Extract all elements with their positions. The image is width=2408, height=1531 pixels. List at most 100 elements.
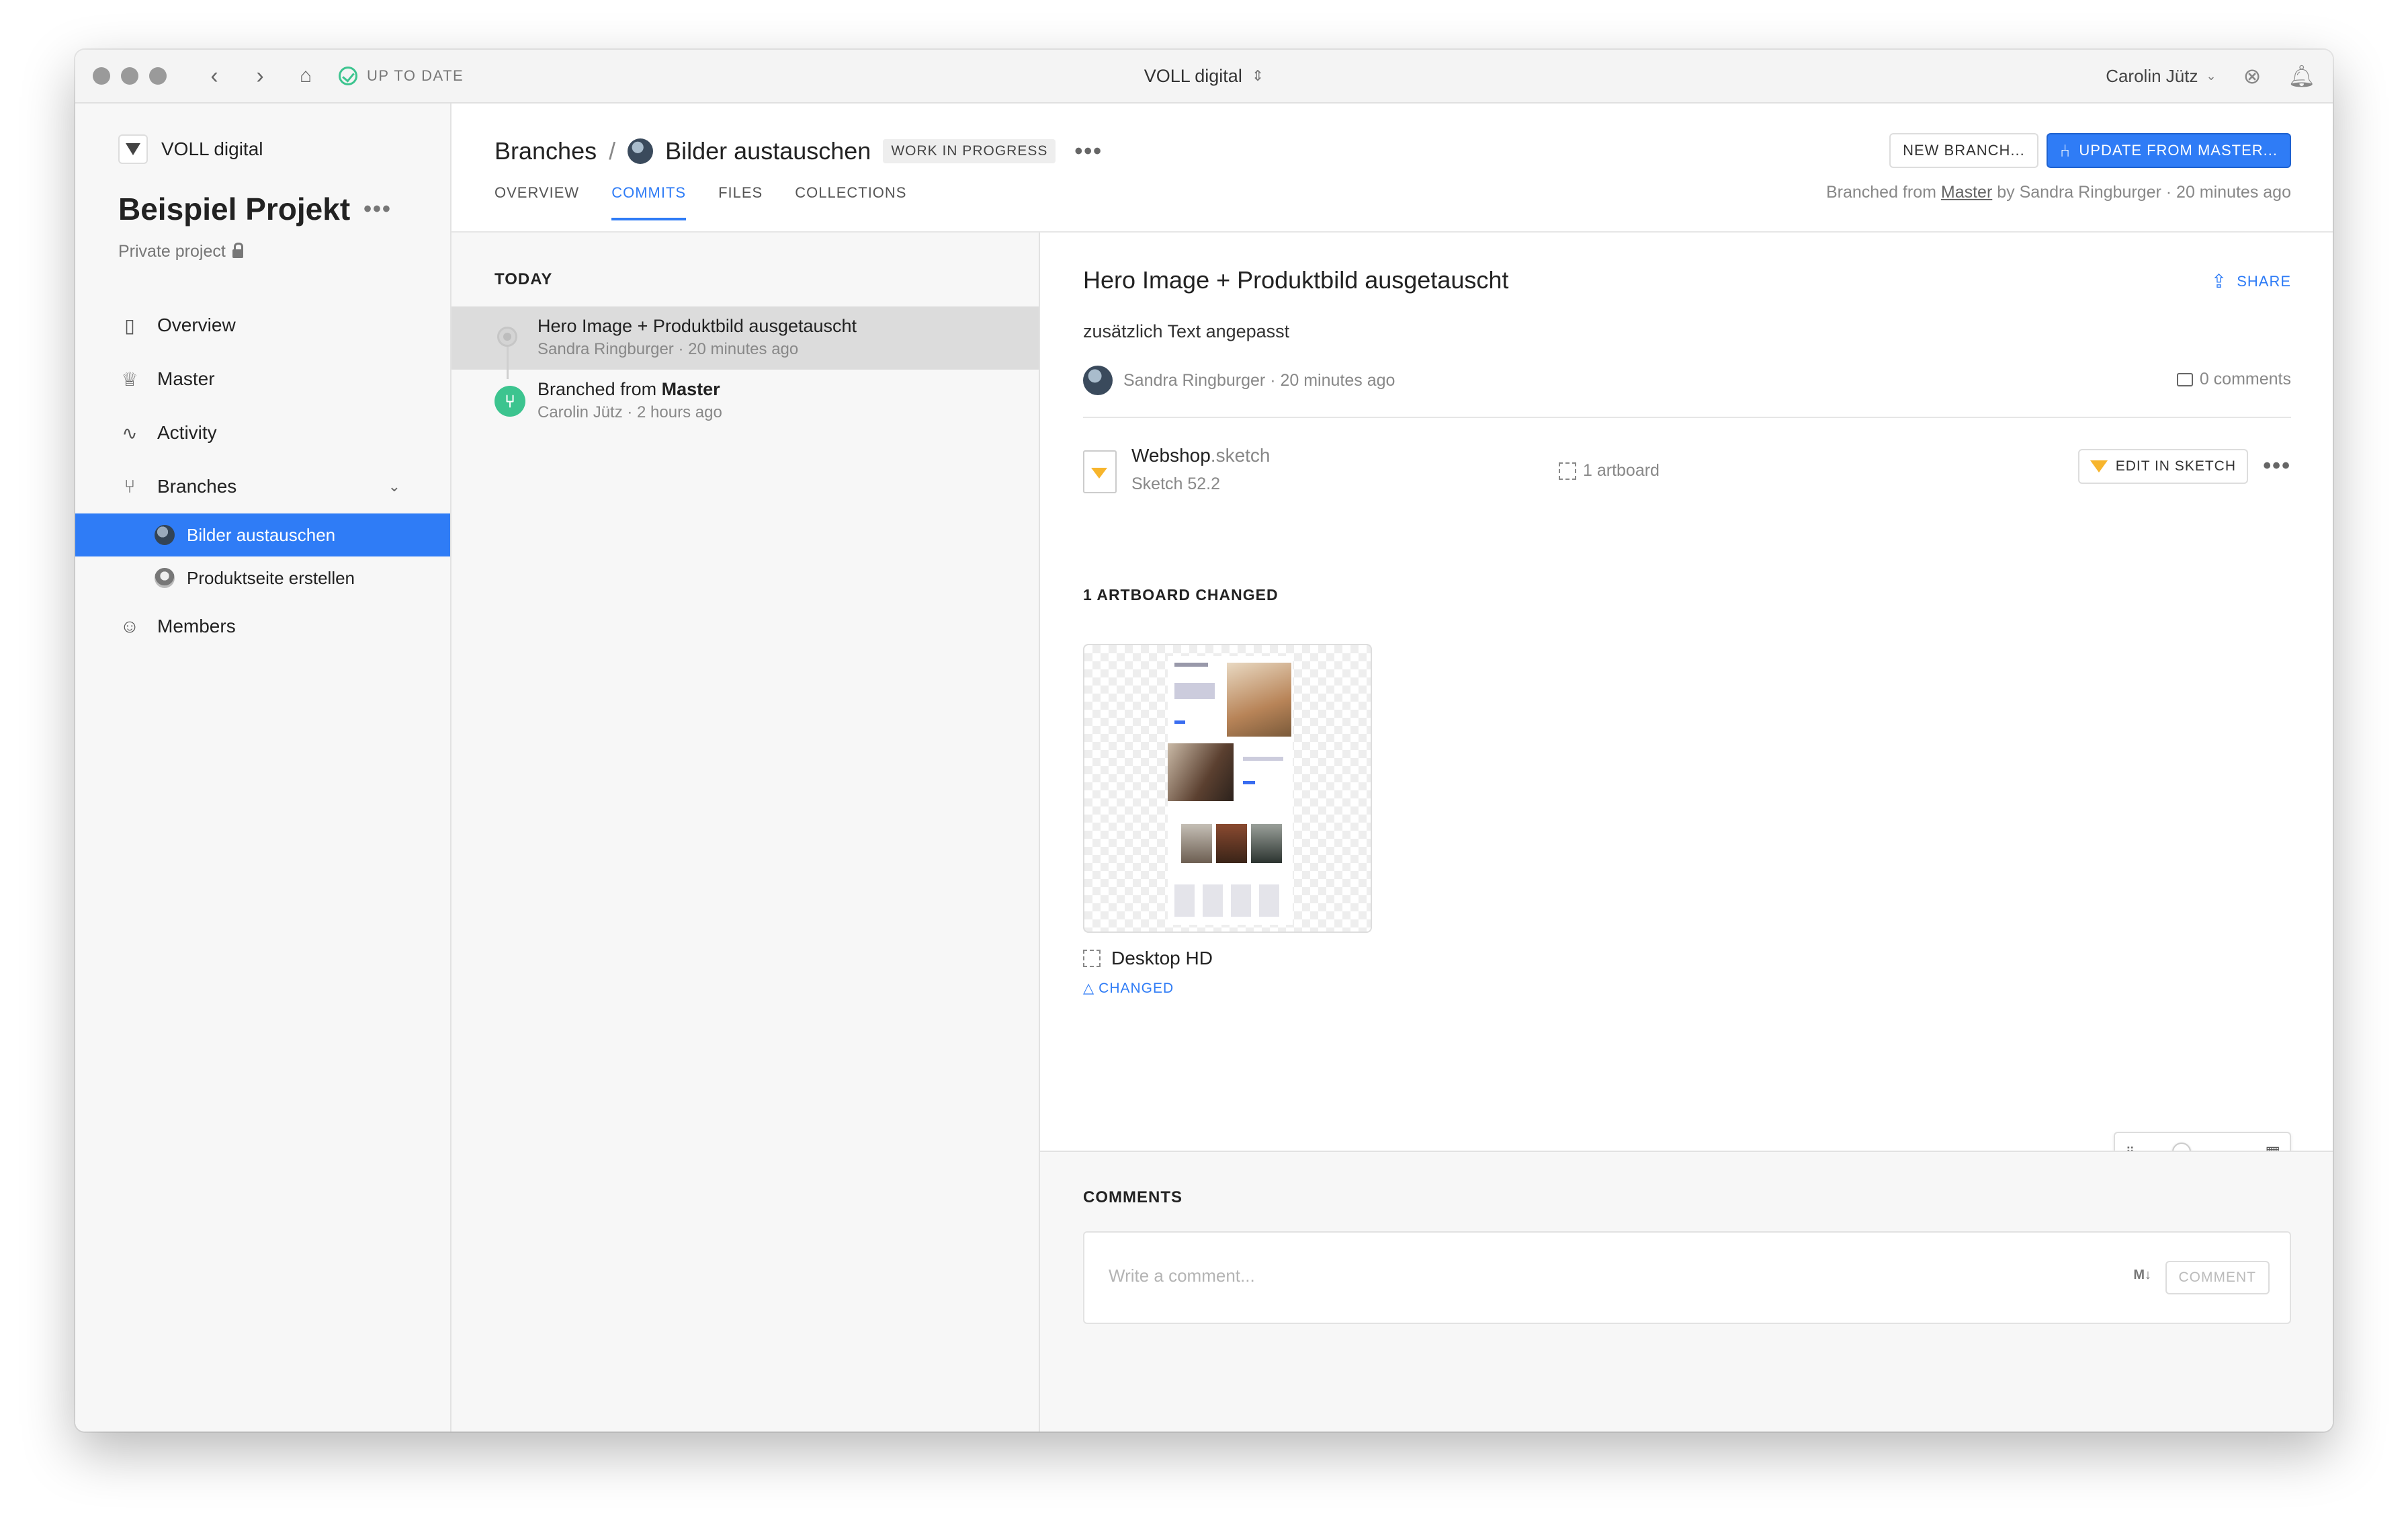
master-link[interactable]: Master xyxy=(1941,183,1992,202)
artboard-name-label: Desktop HD xyxy=(1111,948,1213,968)
commit-detail-title: Hero Image + Produktbild ausgetauscht xyxy=(1083,266,1509,294)
commit-description: zusätzlich Text angepasst xyxy=(1083,321,1290,341)
person-icon: ☺ xyxy=(120,616,140,636)
file-extension: .sketch xyxy=(1210,445,1271,466)
commit-dot-icon xyxy=(497,327,517,347)
page-title: Bilder austauschen xyxy=(665,137,871,165)
branched-from-prefix: Branched from xyxy=(1825,183,1936,202)
workspace-switcher[interactable]: VOLL digital ⇕ xyxy=(1144,66,1264,87)
commit-title: Hero Image + Produktbild ausgetauscht xyxy=(538,316,857,336)
sidebar-item-label: Master xyxy=(157,368,215,389)
artboard-name[interactable]: Desktop HD xyxy=(1083,948,1213,969)
artboard-preview-image xyxy=(1168,656,1293,925)
updown-chevron-icon: ⇕ xyxy=(1251,67,1264,84)
home-icon[interactable]: ⌂ xyxy=(296,66,316,86)
sync-status-label: UP TO DATE xyxy=(367,67,464,84)
activity-icon: ∿ xyxy=(122,422,138,444)
markdown-icon[interactable]: M↓ xyxy=(2133,1268,2151,1283)
file-more-icon[interactable]: ••• xyxy=(2263,453,2291,479)
share-label: SHARE xyxy=(2237,272,2291,290)
edit-in-sketch-button[interactable]: EDIT IN SKETCH xyxy=(2077,449,2248,484)
update-from-master-button[interactable]: ⑃ UPDATE FROM MASTER... xyxy=(2046,133,2291,168)
sidebar: VOLL digital Beispiel Projekt ••• Privat… xyxy=(75,104,452,1432)
commit-author: Sandra Ringburger · 20 minutes ago xyxy=(1083,366,1395,395)
artboard-icon xyxy=(1559,462,1576,480)
tab-collections[interactable]: COLLECTIONS xyxy=(795,184,906,220)
help-icon[interactable]: ⊗ xyxy=(2243,63,2262,89)
share-button[interactable]: ⇪ SHARE xyxy=(2211,270,2291,292)
sidebar-item-members[interactable]: ☺ Members xyxy=(75,599,450,653)
branched-from-info: Branched from Master by Sandra Ringburge… xyxy=(1826,183,2291,202)
workspace-switcher-label: VOLL digital xyxy=(1144,65,1242,86)
back-icon[interactable]: ‹ xyxy=(204,65,224,87)
branch-icon: ⑂ xyxy=(494,386,525,417)
sidebar-item-branches[interactable]: ⑂ Branches ⌄ xyxy=(75,460,450,513)
file-version: Sketch 52.2 xyxy=(1131,474,1221,493)
comment-button[interactable]: COMMENT xyxy=(2165,1261,2270,1294)
avatar xyxy=(1083,366,1113,395)
commit-author-meta: Sandra Ringburger · 20 minutes ago xyxy=(1123,370,1395,390)
project-more-icon[interactable]: ••• xyxy=(363,196,392,222)
artboard-count: 1 artboard xyxy=(1559,461,1660,481)
commit-row-selected[interactable]: Hero Image + Produktbild ausgetauscht Sa… xyxy=(452,306,1039,370)
user-name: Carolin Jütz xyxy=(2106,65,2198,86)
avatar xyxy=(155,568,175,588)
document-icon: ▯ xyxy=(124,315,135,336)
share-icon: ⇪ xyxy=(2210,271,2228,292)
tab-files[interactable]: FILES xyxy=(718,184,763,220)
sidebar-branch-produktseite-erstellen[interactable]: Produktseite erstellen xyxy=(75,556,450,599)
header-actions: NEW BRANCH... ⑃ UPDATE FROM MASTER... xyxy=(1889,133,2291,168)
user-menu[interactable]: Carolin Jütz ⌄ xyxy=(2106,66,2216,87)
project-visibility-label: Private project xyxy=(118,242,226,261)
more-icon[interactable]: ••• xyxy=(1074,138,1103,165)
close-window-button[interactable] xyxy=(93,67,110,85)
comments-section: COMMENTS M↓ COMMENT xyxy=(1040,1151,2333,1432)
sidebar-item-master[interactable]: ♕ Master xyxy=(75,352,450,406)
comments-count[interactable]: 0 comments xyxy=(2176,370,2291,389)
edit-in-sketch-label: EDIT IN SKETCH xyxy=(2115,458,2236,474)
commit-title-prefix: Branched from xyxy=(538,379,657,399)
changed-badge: △ CHANGED xyxy=(1083,980,1174,997)
sidebar-item-overview[interactable]: ▯ Overview xyxy=(75,298,450,352)
commit-meta: Sandra Ringburger · 20 minutes ago xyxy=(538,340,799,358)
file-name[interactable]: Webshop.sketch xyxy=(1131,445,1271,466)
bell-icon[interactable]: 🔔︎ xyxy=(2288,63,2315,89)
app-window: ‹ › ⌂ UP TO DATE VOLL digital ⇕ Carolin … xyxy=(75,50,2333,1432)
sidebar-item-label: Activity xyxy=(157,422,217,443)
status-badge: WORK IN PROGRESS xyxy=(883,139,1056,163)
project-title: Beispiel Projekt ••• xyxy=(118,191,392,227)
sidebar-branch-bilder-austauschen[interactable]: Bilder austauschen xyxy=(75,513,450,556)
sidebar-item-activity[interactable]: ∿ Activity xyxy=(75,406,450,460)
page-header: Branches / Bilder austauschen WORK IN PR… xyxy=(452,104,2333,233)
commit-list: TODAY Hero Image + Produktbild ausgetaus… xyxy=(452,233,1040,1432)
avatar xyxy=(155,525,175,545)
tab-overview[interactable]: OVERVIEW xyxy=(494,184,579,220)
zoom-window-button[interactable] xyxy=(149,67,167,85)
comment-input[interactable] xyxy=(1107,1265,1916,1287)
commit-row[interactable]: ⑂ Branched from Master Carolin Jütz · 2 … xyxy=(452,370,1039,433)
new-branch-button[interactable]: NEW BRANCH... xyxy=(1889,133,2038,168)
chevron-down-icon[interactable]: ⌄ xyxy=(388,478,400,495)
titlebar-right: Carolin Jütz ⌄ ⊗ 🔔︎ xyxy=(2106,50,2315,102)
breadcrumb-branches[interactable]: Branches xyxy=(494,137,597,165)
delta-icon: △ xyxy=(1083,981,1095,996)
chevron-down-icon: ⌄ xyxy=(2206,69,2217,83)
minimize-window-button[interactable] xyxy=(121,67,138,85)
branch-icon: ⑂ xyxy=(124,476,136,497)
comments-heading: COMMENTS xyxy=(1083,1188,1182,1206)
changed-badge-label: CHANGED xyxy=(1099,980,1174,996)
artboard-thumbnail[interactable] xyxy=(1083,644,1372,933)
tab-commits[interactable]: COMMITS xyxy=(611,184,687,220)
workspace-row[interactable]: VOLL digital xyxy=(118,134,263,164)
crown-icon: ♕ xyxy=(121,368,138,390)
sync-status: UP TO DATE xyxy=(339,67,464,85)
sidebar-item-label: Branches xyxy=(157,476,237,497)
window-controls xyxy=(93,67,167,85)
navigation-controls: ‹ › ⌂ xyxy=(204,65,316,87)
commit-group-heading: TODAY xyxy=(494,270,553,288)
sidebar-item-label: Overview xyxy=(157,315,236,335)
artboard-icon xyxy=(1083,950,1101,967)
breadcrumb-separator: / xyxy=(609,137,616,165)
divider xyxy=(1083,417,2291,418)
forward-icon[interactable]: › xyxy=(250,65,270,87)
